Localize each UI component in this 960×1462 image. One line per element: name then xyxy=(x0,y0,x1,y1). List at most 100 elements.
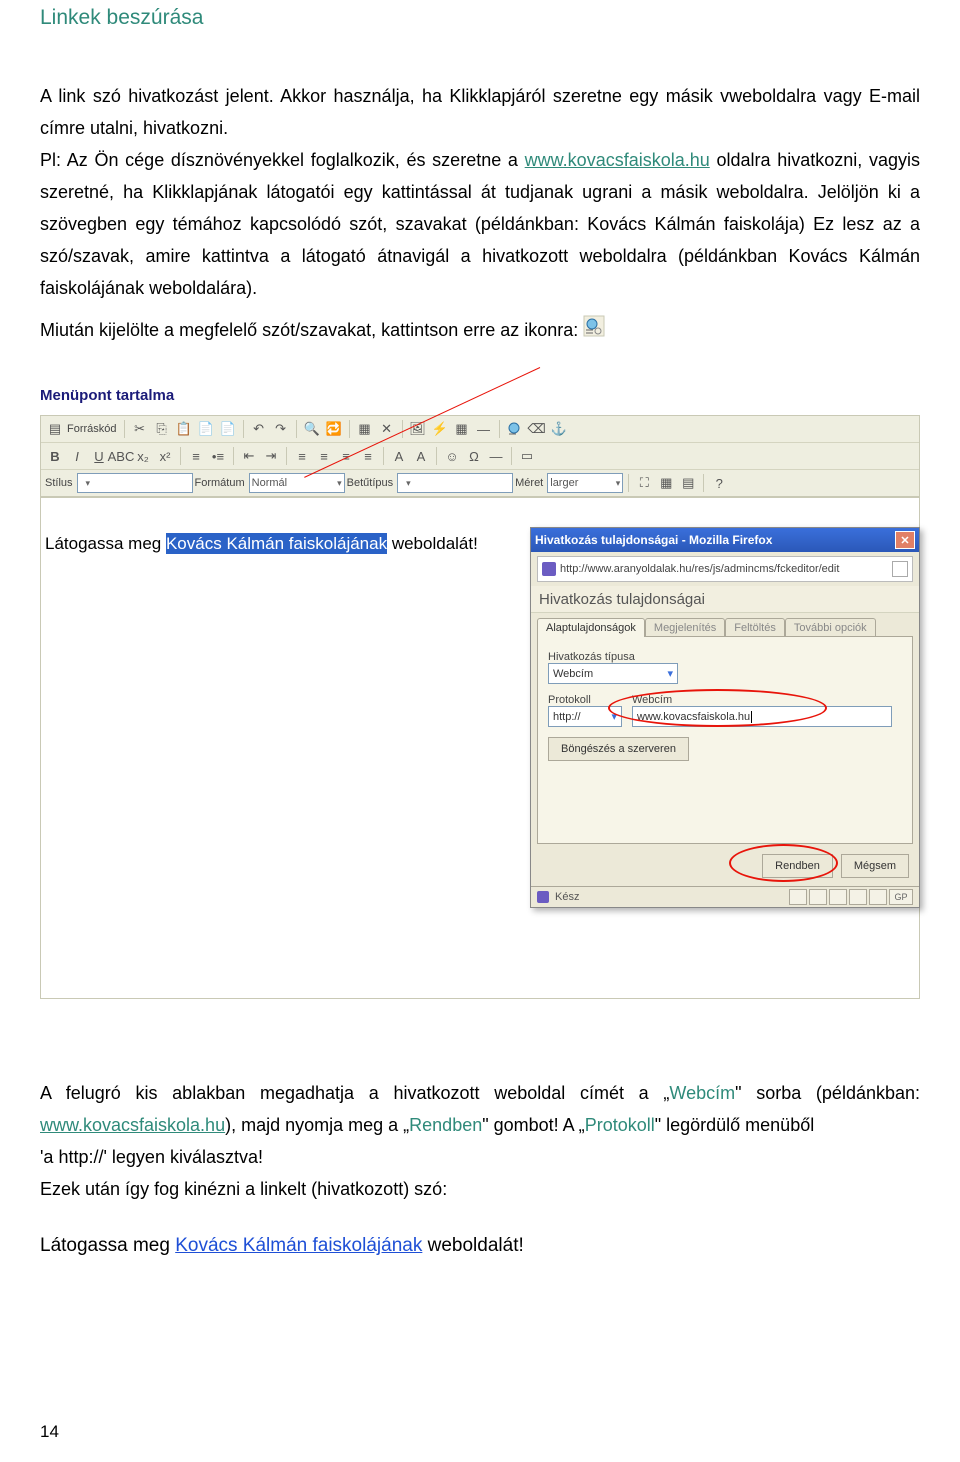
underline-icon[interactable]: U xyxy=(89,446,109,466)
indent-icon[interactable]: ⇥ xyxy=(261,446,281,466)
font-select[interactable] xyxy=(397,473,513,493)
p-part3: oldalra hivatkozni, vagyis szeretné, ha … xyxy=(40,150,920,298)
ok-button[interactable]: Rendben xyxy=(762,854,833,878)
result-sample-line: Látogassa meg Kovács Kálmán faiskolájána… xyxy=(40,1235,920,1257)
subscript-icon[interactable]: x₂ xyxy=(133,446,153,466)
table-icon[interactable]: ▦ xyxy=(452,419,472,439)
bold-icon[interactable]: B xyxy=(45,446,65,466)
size-select[interactable]: larger xyxy=(547,473,623,493)
link-type-value: Webcím xyxy=(553,668,593,680)
style-label: Stílus xyxy=(45,477,73,489)
icon-instruction-line: Miután kijelölte a megfelelő szót/szavak… xyxy=(40,314,920,347)
after-domain-link[interactable]: www.kovacsfaiskola.hu xyxy=(40,1115,225,1135)
editor-sample-text: Látogassa meg Kovács Kálmán faiskolájána… xyxy=(45,534,478,554)
bgcolor-icon[interactable]: A xyxy=(411,446,431,466)
close-icon[interactable]: ✕ xyxy=(895,531,915,549)
dialog-address-text: http://www.aranyoldalak.hu/res/js/adminc… xyxy=(560,563,888,575)
undo-icon[interactable]: ↶ xyxy=(249,419,269,439)
form-icon[interactable]: ▭ xyxy=(517,446,537,466)
status-box xyxy=(829,889,847,905)
hr-icon[interactable]: ― xyxy=(474,419,494,439)
sample-selected: Kovács Kálmán faiskolájának xyxy=(166,533,387,554)
source-label: Forráskód xyxy=(67,423,117,435)
align-left-icon[interactable]: ≡ xyxy=(292,446,312,466)
anchor-icon[interactable]: ⚓ xyxy=(549,419,569,439)
intro-paragraph: A link szó hivatkozást jelent. Akkor has… xyxy=(40,80,920,304)
go-icon[interactable] xyxy=(892,561,908,577)
sample2-link[interactable]: Kovács Kálmán faiskolájának xyxy=(175,1235,422,1256)
link-type-select[interactable]: Webcím▾ xyxy=(548,663,678,684)
editor-toolbar: ▤Forráskód ✂ ⎘ 📋 📄 📄 ↶ ↷ 🔍 🔁 ▦ ✕ 🖼 ⚡ xyxy=(40,415,920,497)
url-value: www.kovacsfaiskola.hu xyxy=(637,711,750,723)
status-box xyxy=(809,889,827,905)
gp-label: GP xyxy=(894,892,907,902)
browse-server-button[interactable]: Böngészés a szerveren xyxy=(548,737,689,761)
status-boxes: GP xyxy=(789,889,913,905)
format-label: Formátum xyxy=(195,477,245,489)
superscript-icon[interactable]: x² xyxy=(155,446,175,466)
redo-icon[interactable]: ↷ xyxy=(271,419,291,439)
about-icon[interactable]: ? xyxy=(709,473,729,493)
blocks-icon[interactable]: ▦ xyxy=(656,473,676,493)
paste-text-icon[interactable]: 📄 xyxy=(196,419,216,439)
link-globe-icon xyxy=(583,315,605,347)
size-label: Méret xyxy=(515,477,543,489)
dialog-footer: Rendben Mégsem xyxy=(531,850,919,886)
url-input[interactable]: www.kovacsfaiskola.hu xyxy=(632,706,892,727)
outdent-icon[interactable]: ⇤ xyxy=(239,446,259,466)
protocol-select[interactable]: http://▾ xyxy=(548,706,622,727)
format-select[interactable]: Normál xyxy=(249,473,345,493)
ul-icon[interactable]: •≡ xyxy=(208,446,228,466)
textcolor-icon[interactable]: A xyxy=(389,446,409,466)
p-part2: Pl: Az Ön cége dísznövényekkel foglalkoz… xyxy=(40,150,525,170)
paste-icon[interactable]: 📋 xyxy=(174,419,194,439)
status-text: Kész xyxy=(555,891,579,903)
maximize-icon[interactable]: ⛶ xyxy=(634,473,654,493)
source-button[interactable]: ▤ xyxy=(45,419,65,439)
pagebreak-icon[interactable]: ― xyxy=(486,446,506,466)
p-part1: A link szó hivatkozást jelent. Akkor has… xyxy=(40,86,920,138)
unlink-icon[interactable]: ⌫ xyxy=(527,419,547,439)
url-label: Webcím xyxy=(632,694,902,706)
insert-link-button[interactable] xyxy=(505,419,525,439)
cancel-button[interactable]: Mégsem xyxy=(841,854,909,878)
cut-icon[interactable]: ✂ xyxy=(130,419,150,439)
status-box xyxy=(849,889,867,905)
tab-upload[interactable]: Feltöltés xyxy=(725,618,785,637)
sample-pre: Látogassa meg xyxy=(45,534,166,553)
ol-icon[interactable]: ≡ xyxy=(186,446,206,466)
strike-icon[interactable]: ABC xyxy=(111,446,131,466)
firefox-icon xyxy=(542,562,556,576)
flash-icon[interactable]: ⚡ xyxy=(430,419,450,439)
smiley-icon[interactable]: ☺ xyxy=(442,446,462,466)
paste-word-icon[interactable]: 📄 xyxy=(218,419,238,439)
specialchar-icon[interactable]: Ω xyxy=(464,446,484,466)
showblocks-icon[interactable]: ▤ xyxy=(678,473,698,493)
dialog-statusbar: Kész GP xyxy=(531,886,919,907)
tab-appearance[interactable]: Megjelenítés xyxy=(645,618,725,637)
image-icon[interactable]: 🖼 xyxy=(408,419,428,439)
after-rendben: Rendben xyxy=(409,1115,482,1135)
dialog-titlebar[interactable]: Hivatkozás tulajdonságai - Mozilla Firef… xyxy=(531,528,919,552)
firefox-status-icon xyxy=(537,891,549,903)
selectall-icon[interactable]: ▦ xyxy=(355,419,375,439)
tab-basic[interactable]: Alaptulajdonságok xyxy=(537,618,645,637)
link-type-label: Hivatkozás típusa xyxy=(548,651,902,663)
italic-icon[interactable]: I xyxy=(67,446,87,466)
font-label: Betűtípus xyxy=(347,477,393,489)
after-l2-post: " gombot! A „ xyxy=(482,1115,584,1135)
after-l2-mid: ), majd nyomja meg a „ xyxy=(225,1115,409,1135)
section-heading: Linkek beszúrása xyxy=(40,0,920,30)
style-select[interactable] xyxy=(77,473,193,493)
dialog-address-bar[interactable]: http://www.aranyoldalak.hu/res/js/adminc… xyxy=(537,556,913,582)
copy-icon[interactable]: ⎘ xyxy=(152,419,172,439)
dialog-title-text: Hivatkozás tulajdonságai - Mozilla Firef… xyxy=(535,533,772,547)
example-domain-link[interactable]: www.kovacsfaiskola.hu xyxy=(525,150,710,170)
format-value: Normál xyxy=(252,477,287,489)
sample-post: weboldalát! xyxy=(387,534,478,553)
replace-icon[interactable]: 🔁 xyxy=(324,419,344,439)
tab-more[interactable]: További opciók xyxy=(785,618,876,637)
find-icon[interactable]: 🔍 xyxy=(302,419,322,439)
after-l3: 'a http://' legyen kiválasztva! xyxy=(40,1147,263,1167)
protocol-label: Protokoll xyxy=(548,694,622,706)
